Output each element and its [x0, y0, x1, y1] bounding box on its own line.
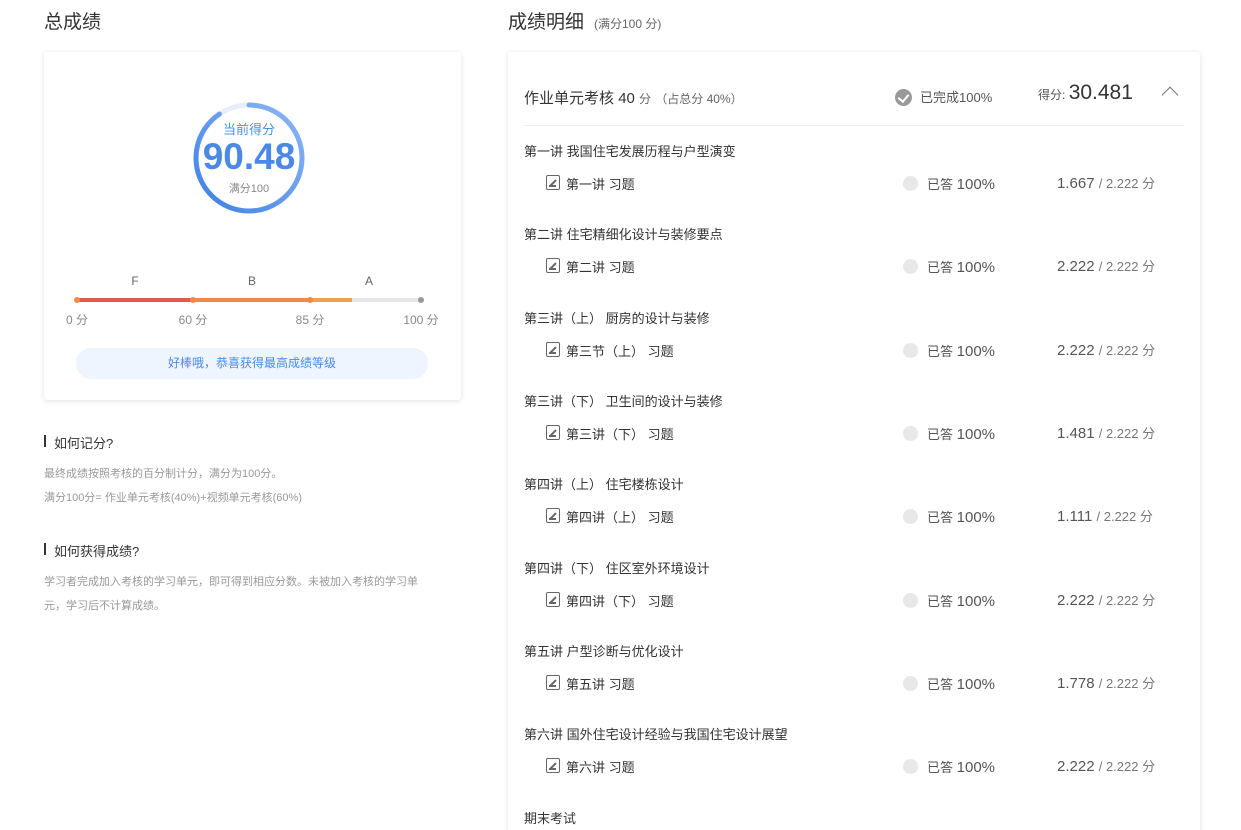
exercise-row[interactable]: 第三节（上） 习题 已答 100% 2.222 / 2.222 分	[546, 341, 1186, 361]
exercise-icon	[546, 508, 560, 523]
exercise-name[interactable]: 第三节（上） 习题	[566, 341, 674, 360]
faq-answer: 最终成绩按照考核的百分制计分，满分为100分。 满分100分= 作业单元考核(4…	[44, 468, 302, 504]
exercise-status: 已答 100%	[927, 176, 996, 193]
exercise-icon	[546, 758, 560, 773]
exercise-score: 2.222 / 2.222 分	[1057, 758, 1156, 775]
unit-title: 作业单元考核 40 分 （占总分 40%）	[524, 90, 743, 107]
exercise-name[interactable]: 第四讲（下） 习题	[566, 591, 674, 610]
exercise-name[interactable]: 第三讲（下） 习题	[566, 424, 674, 443]
tick-100: 100 分	[403, 313, 439, 327]
grade-a-label: A	[364, 274, 374, 288]
lecture-title: 第四讲（下） 住区室外环境设计	[524, 561, 710, 576]
exercise-score: 1.667 / 2.222 分	[1057, 175, 1156, 192]
exercise-name[interactable]: 第二讲 习题	[566, 257, 635, 276]
status-dot-icon	[903, 759, 918, 774]
grade-dot-60	[190, 297, 196, 303]
faq-question: 如何记分?	[44, 433, 461, 452]
lecture-title: 第四讲（上） 住宅楼栋设计	[524, 477, 684, 492]
score-card: 当前得分 90.48 满分100 F B A 0 分 60 分 85 分 100…	[44, 52, 461, 400]
exercise-status: 已答 100%	[927, 426, 996, 443]
grade-dot-0	[74, 297, 80, 303]
exercise-status: 已答 100%	[927, 259, 996, 276]
grade-f-label: F	[131, 274, 139, 288]
grade-scale: F B A 0 分 60 分 85 分 100 分	[66, 274, 439, 334]
grade-dot-85	[307, 297, 313, 303]
exercise-score: 2.222 / 2.222 分	[1057, 258, 1156, 275]
exercise-score: 1.481 / 2.222 分	[1057, 425, 1156, 442]
tick-0: 0 分	[65, 313, 89, 327]
exercise-score: 1.778 / 2.222 分	[1057, 675, 1156, 692]
exercise-row[interactable]: 第一讲 习题 已答 100% 1.667 / 2.222 分	[546, 174, 1186, 194]
faq-answer: 学习者完成加入考核的学习单元，即可得到相应分数。未被加入考核的学习单 元，学习后…	[44, 576, 418, 612]
exercise-score: 2.222 / 2.222 分	[1057, 342, 1156, 359]
exercise-icon	[546, 342, 560, 357]
detail-subtitle: (满分100 分)	[594, 17, 662, 31]
grade-dot-100	[418, 297, 424, 303]
status-dot-icon	[903, 593, 918, 608]
grade-f-segment	[77, 298, 193, 302]
exercise-icon	[546, 175, 560, 190]
exercise-status: 已答 100%	[927, 759, 996, 776]
exercise-row[interactable]: 第四讲（下） 习题 已答 100% 2.222 / 2.222 分	[546, 591, 1186, 611]
full-score-label: 满分100	[228, 183, 270, 195]
exercise-name[interactable]: 第一讲 习题	[566, 174, 635, 193]
status-dot-icon	[903, 343, 918, 358]
grade-b-segment	[193, 298, 310, 302]
exercise-row[interactable]: 第三讲（下） 习题 已答 100% 1.481 / 2.222 分	[546, 424, 1186, 444]
grade-b-label: B	[247, 274, 257, 288]
lecture-title: 第五讲 户型诊断与优化设计	[524, 644, 684, 659]
unit-status: 已完成100%	[895, 87, 992, 106]
lecture-title: 第三讲（下） 卫生间的设计与装修	[524, 394, 723, 409]
final-exam-title: 期末考试	[524, 811, 577, 826]
exercise-icon	[546, 675, 560, 690]
exercise-status: 已答 100%	[927, 676, 996, 693]
grade-a-segment	[310, 298, 352, 302]
lecture-title: 第一讲 我国住宅发展历程与户型演变	[524, 144, 736, 159]
score-gauge: 当前得分 90.48 满分100	[191, 100, 307, 216]
exercise-status: 已答 100%	[927, 343, 996, 360]
status-dot-icon	[903, 259, 918, 274]
tick-85: 85 分	[295, 313, 325, 327]
exercise-row[interactable]: 第五讲 习题 已答 100% 1.778 / 2.222 分	[546, 674, 1186, 694]
exercise-status: 已答 100%	[927, 593, 996, 610]
status-dot-icon	[903, 176, 918, 191]
check-circle-icon	[895, 89, 912, 106]
exercise-icon	[546, 425, 560, 440]
chevron-up-icon[interactable]	[1161, 86, 1179, 104]
exercise-row[interactable]: 第六讲 习题 已答 100% 2.222 / 2.222 分	[546, 757, 1186, 777]
lecture-title: 第二讲 住宅精细化设计与装修要点	[524, 227, 723, 242]
lecture-title: 第六讲 国外住宅设计经验与我国住宅设计展望	[524, 727, 788, 742]
exercise-score: 1.111 / 2.222 分	[1057, 508, 1153, 525]
status-dot-icon	[903, 676, 918, 691]
detail-card: 作业单元考核 40 分 （占总分 40%） 已完成100% 得分: 30.481…	[508, 52, 1200, 830]
exercise-name[interactable]: 第六讲 习题	[566, 757, 635, 776]
status-dot-icon	[903, 426, 918, 441]
exercise-icon	[546, 258, 560, 273]
exercise-name[interactable]: 第四讲（上） 习题	[566, 507, 674, 526]
unit-header[interactable]: 作业单元考核 40 分 （占总分 40%） 已完成100% 得分: 30.481	[524, 52, 1184, 126]
exercise-score: 2.222 / 2.222 分	[1057, 592, 1156, 609]
detail-title: 成绩明细 (满分100 分)	[508, 12, 662, 33]
unit-score: 得分: 30.481	[1038, 81, 1133, 104]
faq-question: 如何获得成绩?	[44, 541, 461, 560]
faq-scoring: 如何记分? 最终成绩按照考核的百分制计分，满分为100分。 满分100分= 作业…	[44, 433, 461, 510]
exercise-icon	[546, 592, 560, 607]
faq-obtain: 如何获得成绩? 学习者完成加入考核的学习单元，即可得到相应分数。未被加入考核的学…	[44, 541, 461, 618]
exercise-name[interactable]: 第五讲 习题	[566, 674, 635, 693]
exercise-row[interactable]: 第四讲（上） 习题 已答 100% 1.111 / 2.222 分	[546, 507, 1186, 527]
praise-banner: 好棒哦，恭喜获得最高成绩等级	[76, 348, 428, 379]
tick-60: 60 分	[178, 313, 208, 327]
overall-title: 总成绩	[44, 12, 102, 33]
lecture-title: 第三讲（上） 厨房的设计与装修	[524, 311, 710, 326]
status-dot-icon	[903, 509, 918, 524]
current-score: 90.48	[202, 136, 296, 177]
exercise-row[interactable]: 第二讲 习题 已答 100% 2.222 / 2.222 分	[546, 257, 1186, 277]
exercise-status: 已答 100%	[927, 509, 996, 526]
